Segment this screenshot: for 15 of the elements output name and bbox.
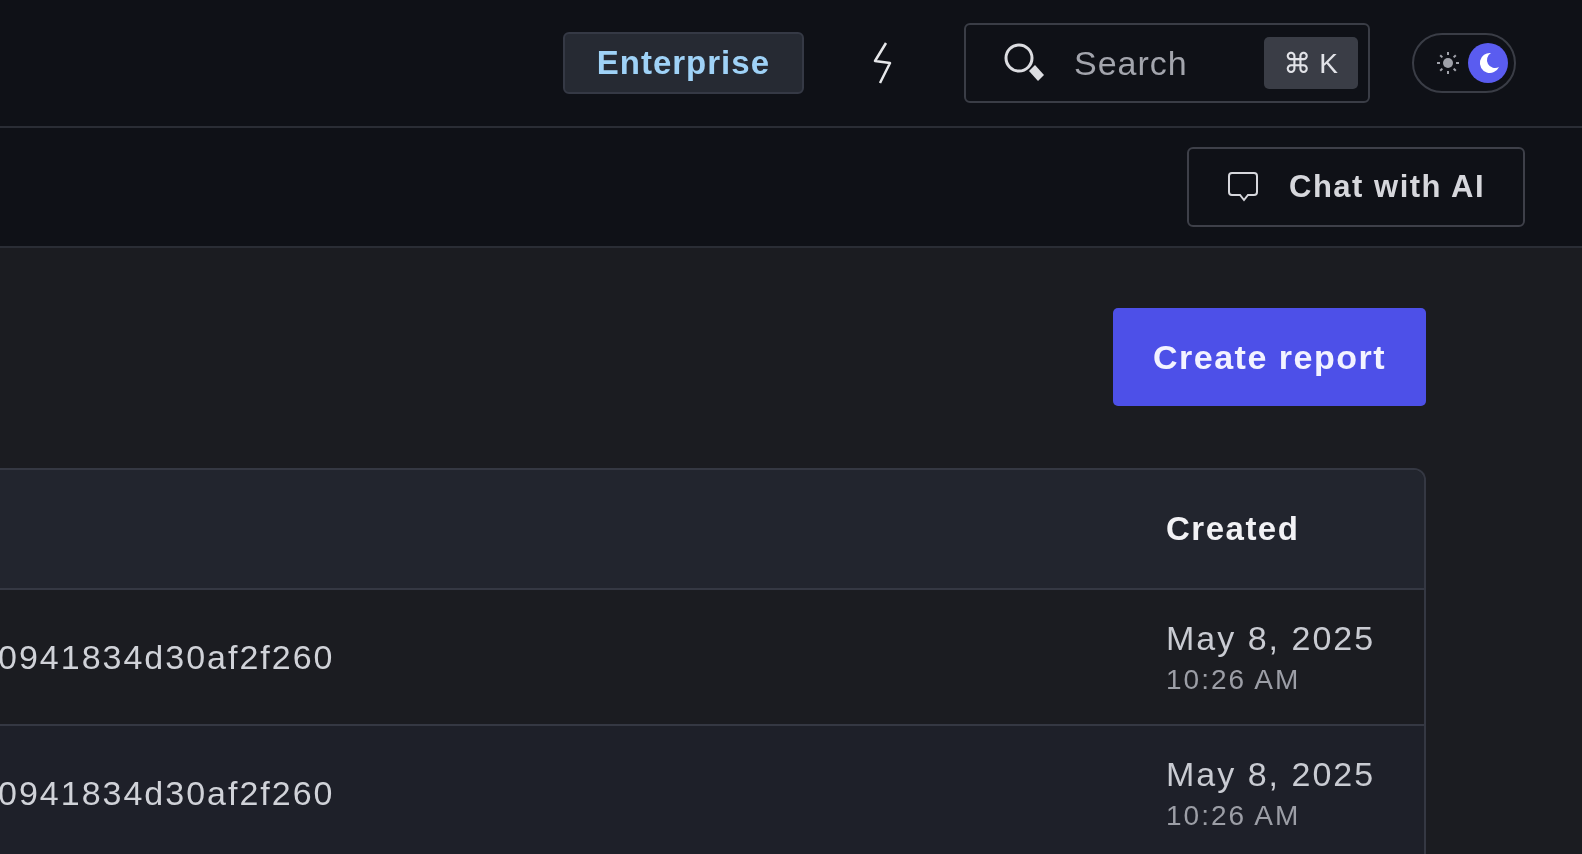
sun-icon (1435, 50, 1461, 76)
table-cell: 0941834d30af2f260 (0, 773, 335, 813)
plan-badge: Enterprise (562, 32, 804, 94)
dark-mode-option[interactable] (1468, 43, 1508, 83)
created-time: 10:26 AM (1166, 663, 1302, 696)
created-time: 10:26 AM (1166, 799, 1302, 832)
chat-bubble-icon (1227, 171, 1260, 203)
column-header: Created (1166, 510, 1301, 548)
chat-button[interactable]: Chat with AI (1187, 147, 1525, 227)
shortcut-key: ⌘ K (1263, 37, 1358, 89)
theme-toggle[interactable] (1412, 33, 1516, 93)
created-date: May 8, 2025 (1166, 754, 1377, 794)
create-report-button[interactable]: Create report (1113, 308, 1426, 406)
created-date: May 8, 2025 (1166, 618, 1377, 658)
table-cell: 0941834d30af2f260 (0, 637, 335, 677)
